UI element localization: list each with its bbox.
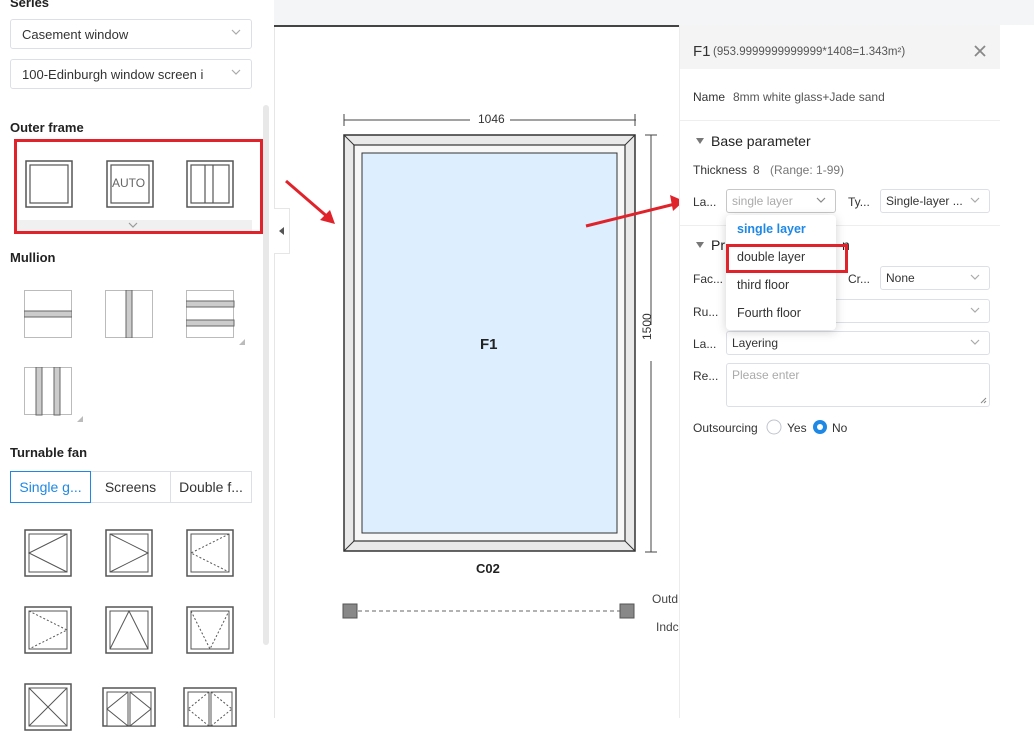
option-fourth-floor[interactable]: Fourth floor [737,306,801,320]
layering-label: La... [693,337,717,351]
screen-select[interactable]: 100-Edinburgh window screen i [10,59,252,89]
yes-label: Yes [787,421,807,435]
double-layer-highlight [726,244,848,273]
rule-label: Ru... [693,305,719,319]
series-select-value: Casement window [22,27,129,42]
type-label: Ty... [848,195,870,209]
type-select-value: Single-layer ... [886,194,963,208]
craft-select[interactable]: None [880,266,990,290]
pane-label[interactable]: F1 [480,336,498,353]
craft-select-value: None [886,271,915,285]
remark-textarea[interactable]: Please enter [726,363,990,407]
mullion-double-horizontal-tile[interactable] [185,290,246,351]
chevron-down-icon [969,304,981,319]
layering-select-value: Layering [732,336,779,350]
name-value: 8mm white glass+Jade sand [733,90,885,104]
panel-end [680,465,681,475]
thickness-label: Thickness [693,163,748,177]
fan-right-open-tile[interactable] [105,529,153,580]
chevron-down-icon [230,26,242,41]
processing-title[interactable]: Pr [711,237,725,253]
fan-cross-tile[interactable] [24,683,72,734]
chevron-down-icon [815,194,827,209]
option-single-layer[interactable]: single layer [737,222,806,236]
no-label: No [832,421,848,435]
fan-left-open-tile[interactable] [24,529,72,580]
series-select[interactable]: Casement window [10,19,252,49]
outsourcing-no-radio[interactable] [812,419,828,435]
chevron-down-icon [969,194,981,209]
properties-panel: F1 (953.9999999999999*1408=1.343m²) Name… [679,25,1034,718]
layer-select[interactable]: single layer [726,189,836,213]
divider [680,120,1000,121]
tab-double-fan[interactable]: Double f... [170,471,252,503]
turnable-fan-title: Turnable fan [10,445,88,460]
fan-double-dashed-tile[interactable] [183,687,237,730]
mullion-title: Mullion [10,250,56,265]
fan-right-dashed-tile[interactable] [24,606,72,657]
layering-select[interactable]: Layering [726,331,990,355]
canvas-toolbar [274,0,1034,27]
outdoor-label: Outd [652,592,679,606]
remark-placeholder: Please enter [732,368,800,382]
panel-title: F1 [693,43,711,60]
opening-direction-line [342,603,635,619]
face-label: Fac... [693,272,724,286]
mullion-double-vertical-tile[interactable] [24,366,84,428]
thickness-range: (Range: 1-99) [770,163,845,177]
annotation-arrow-left [285,179,335,224]
chevron-down-icon [230,66,242,81]
resize-handle-icon[interactable] [980,397,987,404]
chevron-down-icon [969,336,981,351]
craft-label: Cr... [848,272,871,286]
tab-screens[interactable]: Screens [90,471,171,503]
fan-left-dashed-tile[interactable] [186,529,234,580]
base-parameter-title[interactable]: Base parameter [711,133,811,149]
outsourcing-yes-radio[interactable] [766,419,782,435]
fan-double-open-tile[interactable] [102,687,156,730]
thickness-value: 8 [753,163,760,177]
window-code: C02 [476,561,500,576]
left-scrollbar[interactable] [263,105,269,645]
fan-tabs: Single g... Screens Double f... [10,471,252,503]
layer-label: La... [693,195,717,209]
panel-title-calc: (953.9999999999999*1408=1.343m²) [713,46,906,58]
height-dimension: 1500 [640,313,654,340]
type-select[interactable]: Single-layer ... [880,189,990,213]
close-icon[interactable] [973,44,987,58]
mullion-vertical-tile[interactable] [105,289,153,341]
remark-label: Re... [693,369,719,383]
mullion-horizontal-tile[interactable] [23,290,73,341]
indoor-label: Indc [656,620,679,634]
fan-bottom-hung-tile[interactable] [186,606,234,657]
fan-top-hung-tile[interactable] [105,606,153,657]
name-label: Name [693,90,726,104]
left-panel: Series Casement window 100-Edinburgh win… [0,0,275,731]
outer-frame-highlight [14,139,263,234]
tab-single-glass[interactable]: Single g... [10,471,91,503]
series-label: Series [10,0,50,10]
screen-select-value: 100-Edinburgh window screen i [22,67,204,82]
outer-frame-title: Outer frame [10,120,84,135]
outsourcing-label: Outsourcing [693,421,758,435]
width-dimension: 1046 [478,112,505,126]
caret-down-icon[interactable] [695,137,705,145]
caret-down-icon[interactable] [695,241,705,249]
option-third-floor[interactable]: third floor [737,278,789,292]
layer-select-placeholder: single layer [732,194,793,208]
chevron-down-icon [969,271,981,286]
